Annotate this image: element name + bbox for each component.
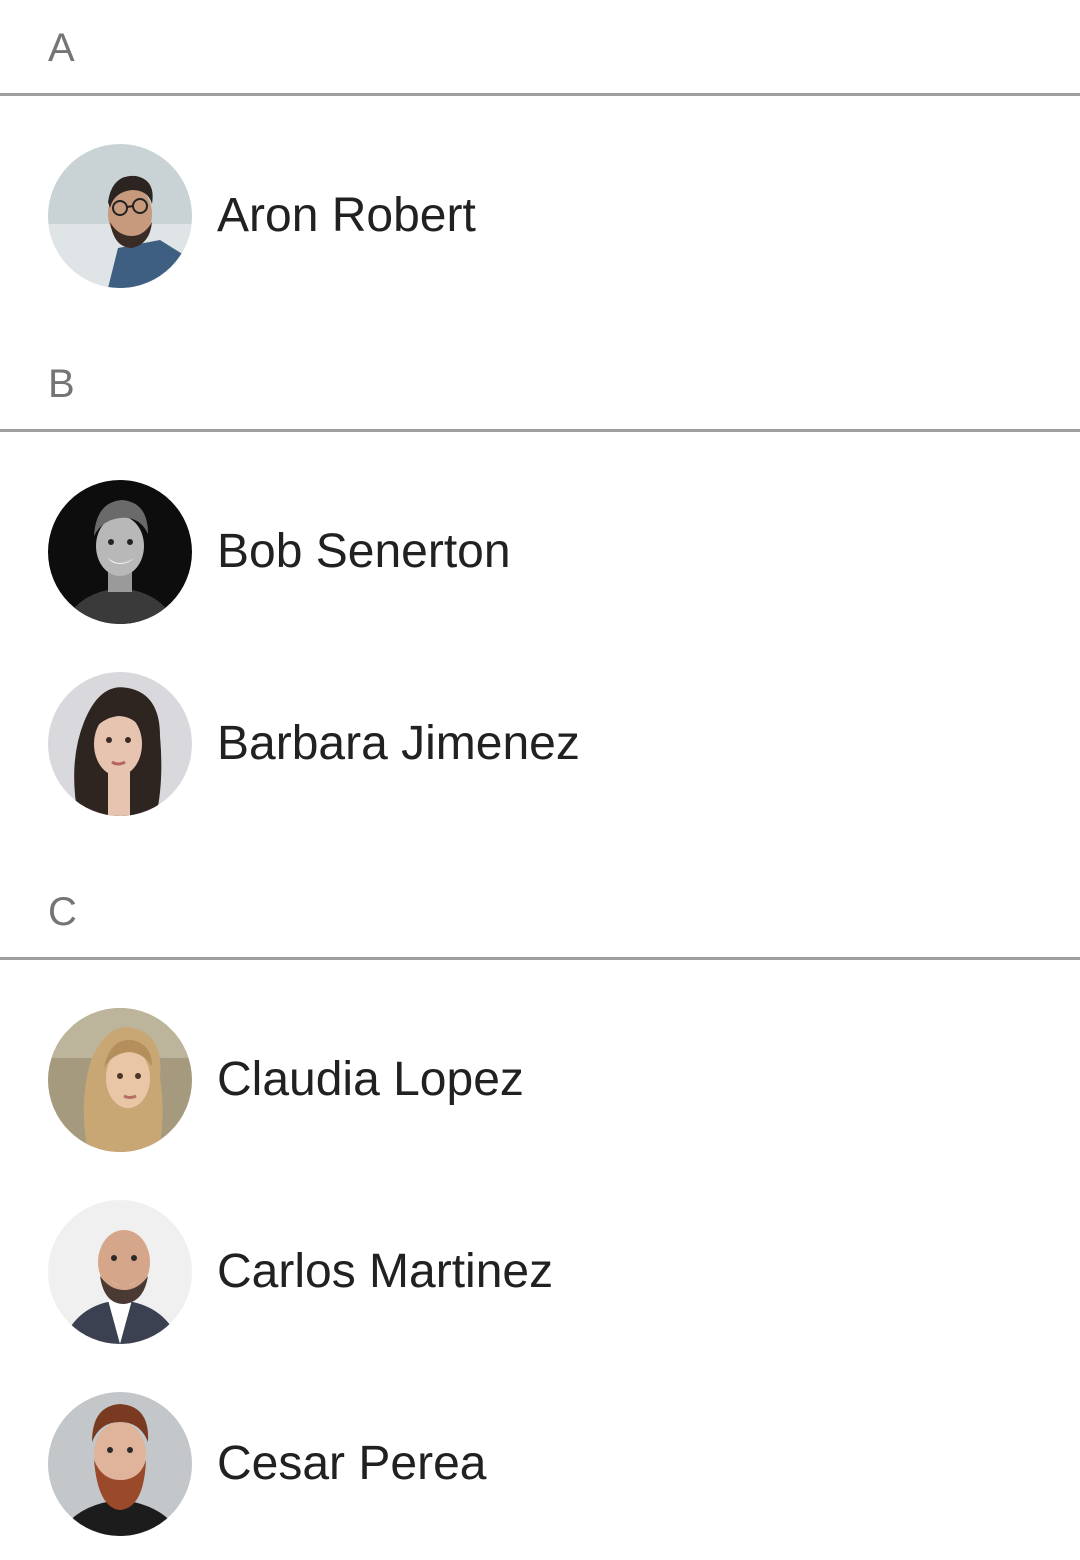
- contact-row-carlos-martinez[interactable]: Carlos Martinez: [0, 1176, 1080, 1368]
- avatar: [48, 672, 192, 816]
- contact-name: Claudia Lopez: [217, 1053, 524, 1106]
- avatar: [48, 144, 192, 288]
- avatar: [48, 480, 192, 624]
- avatar-photo-icon: [48, 1392, 192, 1536]
- contact-name: Aron Robert: [217, 189, 476, 242]
- contact-row-cesar-perea[interactable]: Cesar Perea: [0, 1368, 1080, 1560]
- contact-name: Barbara Jimenez: [217, 717, 580, 770]
- avatar-photo-icon: [48, 1008, 192, 1152]
- section-header-a: A: [0, 0, 1080, 96]
- contact-row-barbara-jimenez[interactable]: Barbara Jimenez: [0, 648, 1080, 840]
- avatar-photo-icon: [48, 480, 192, 624]
- avatar-photo-icon: [48, 144, 192, 288]
- section-letter: A: [48, 26, 75, 70]
- section-header-b: B: [0, 336, 1080, 432]
- avatar-photo-icon: [48, 672, 192, 816]
- section-header-c: C: [0, 864, 1080, 960]
- section-letter: B: [48, 362, 75, 406]
- contact-name: Bob Senerton: [217, 525, 511, 578]
- avatar: [48, 1392, 192, 1536]
- contact-name: Carlos Martinez: [217, 1245, 554, 1298]
- avatar: [48, 1200, 192, 1344]
- contact-row-aron-robert[interactable]: Aron Robert: [0, 120, 1080, 312]
- contact-name: Cesar Perea: [217, 1437, 487, 1490]
- avatar-photo-icon: [48, 1200, 192, 1344]
- contact-row-bob-senerton[interactable]: Bob Senerton: [0, 456, 1080, 648]
- contact-row-claudia-lopez[interactable]: Claudia Lopez: [0, 984, 1080, 1176]
- avatar: [48, 1008, 192, 1152]
- section-letter: C: [48, 890, 77, 934]
